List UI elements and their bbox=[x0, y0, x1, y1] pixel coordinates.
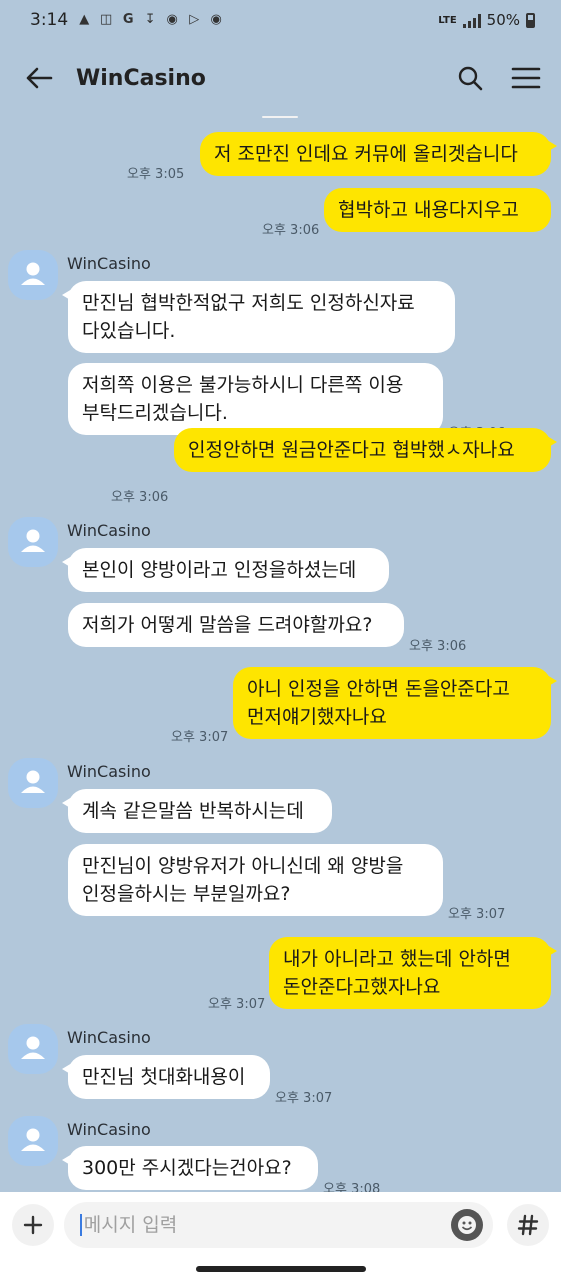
google-icon: G bbox=[122, 12, 134, 27]
message-time: 오후 3:06 bbox=[111, 490, 169, 505]
copy-icon: ◫ bbox=[100, 12, 113, 27]
warning-icon: ▲ bbox=[79, 12, 90, 27]
message-time: 오후 3:07 bbox=[208, 997, 266, 1012]
arrow-left-icon[interactable] bbox=[18, 57, 60, 99]
my-message-bubble[interactable]: 내가 아니라고 했는데 안하면 돈안준다고했자나요 bbox=[269, 937, 557, 1009]
avatar[interactable] bbox=[8, 1116, 58, 1166]
default-profile-icon bbox=[21, 529, 45, 552]
default-profile-icon bbox=[21, 1036, 45, 1059]
sender-name: WinCasino bbox=[67, 762, 151, 781]
battery-icon bbox=[526, 12, 535, 28]
avatar[interactable] bbox=[8, 517, 58, 567]
their-message-bubble[interactable]: 300만 주시겠다는건아요? bbox=[62, 1146, 318, 1190]
their-message-bubble[interactable]: 저희가 어떻게 말씀을 드려야할까요? bbox=[68, 603, 404, 647]
default-profile-icon bbox=[21, 770, 45, 793]
message-time: 오후 3:05 bbox=[127, 167, 185, 182]
download-icon: ↧ bbox=[144, 12, 156, 27]
my-message-bubble[interactable]: 저 조만진 인데요 커뮤에 올리겟습니다 bbox=[200, 132, 557, 176]
sender-name: WinCasino bbox=[67, 1120, 151, 1139]
default-profile-icon bbox=[21, 1128, 45, 1151]
avatar[interactable] bbox=[8, 1024, 58, 1074]
sender-name: WinCasino bbox=[67, 1028, 151, 1047]
sender-name: WinCasino bbox=[67, 521, 151, 540]
network-type: LTE bbox=[438, 14, 457, 26]
plus-icon[interactable] bbox=[12, 1204, 54, 1246]
signal-icon bbox=[462, 13, 481, 28]
my-message-bubble[interactable]: 인정안하면 원금안준다고 협박했ㅅ자나요 bbox=[174, 428, 557, 472]
chat-title: WinCasino bbox=[76, 65, 206, 91]
message-time: 오후 3:07 bbox=[171, 730, 229, 745]
default-profile-icon bbox=[21, 262, 45, 285]
their-message-bubble[interactable]: 만진님 첫대화내용이 bbox=[62, 1055, 270, 1099]
message-time: 오후 3:07 bbox=[448, 907, 506, 922]
their-message-bubble[interactable]: 만진님 협박한적없구 저희도 인정하신자료 다있습니다. bbox=[62, 281, 455, 353]
status-time: 3:14 bbox=[30, 10, 69, 30]
system-nav-bar bbox=[0, 1258, 561, 1280]
home-gesture-handle[interactable] bbox=[196, 1266, 366, 1272]
message-field[interactable] bbox=[63, 1202, 494, 1248]
sender-name: WinCasino bbox=[67, 254, 151, 273]
their-message-bubble[interactable]: 계속 같은말씀 반복하시는데 bbox=[62, 789, 332, 833]
text-cursor bbox=[79, 1214, 82, 1236]
their-message-bubble[interactable]: 본인이 양방이라고 인정을하셨는데 bbox=[62, 548, 389, 592]
my-message-bubble[interactable]: 협박하고 내용다지우고 bbox=[324, 188, 551, 232]
notification-icons: ▲ ◫ G ↧ ◉ ▷ ◉ bbox=[76, 12, 224, 28]
message-time: 오후 3:08 bbox=[323, 1182, 381, 1192]
play-icon: ▷ bbox=[189, 12, 200, 27]
search-icon[interactable] bbox=[453, 61, 487, 95]
hamburger-menu-icon[interactable] bbox=[509, 61, 543, 95]
message-time: 오후 3:06 bbox=[409, 639, 467, 654]
message-input[interactable] bbox=[83, 1214, 452, 1236]
their-message-bubble[interactable]: 저희쪽 이용은 불가능하시니 다른쪽 이용 부탁드리겠습니다. bbox=[68, 363, 443, 435]
message-time: 오후 3:07 bbox=[275, 1091, 333, 1106]
app-icon: ◉ bbox=[166, 12, 178, 27]
avatar[interactable] bbox=[8, 758, 58, 808]
app-icon-2: ◉ bbox=[210, 12, 222, 27]
chat-area[interactable]: 저 조만진 인데요 커뮤에 올리겟습니다 오후 3:05 협박하고 내용다지우고… bbox=[0, 116, 561, 1192]
hash-icon[interactable] bbox=[507, 1204, 550, 1246]
status-bar: 3:14 ▲ ◫ G ↧ ◉ ▷ ◉ LTE 50% bbox=[0, 0, 561, 40]
chat-header: WinCasino bbox=[0, 40, 561, 116]
their-message-bubble[interactable]: 만진님이 양방유저가 아니신데 왜 양방을 인정을하시는 부분일까요? bbox=[68, 844, 443, 916]
my-message-bubble[interactable]: 아니 인정을 안하면 돈을안준다고 먼저얘기했자나요 bbox=[233, 667, 557, 739]
message-time: 오후 3:06 bbox=[262, 223, 320, 238]
avatar[interactable] bbox=[8, 250, 58, 300]
battery-percent: 50% bbox=[486, 11, 520, 29]
emoji-icon[interactable] bbox=[451, 1209, 484, 1241]
message-input-bar bbox=[0, 1192, 561, 1258]
scroll-indicator bbox=[262, 116, 298, 118]
system-indicators: LTE 50% bbox=[438, 11, 535, 29]
